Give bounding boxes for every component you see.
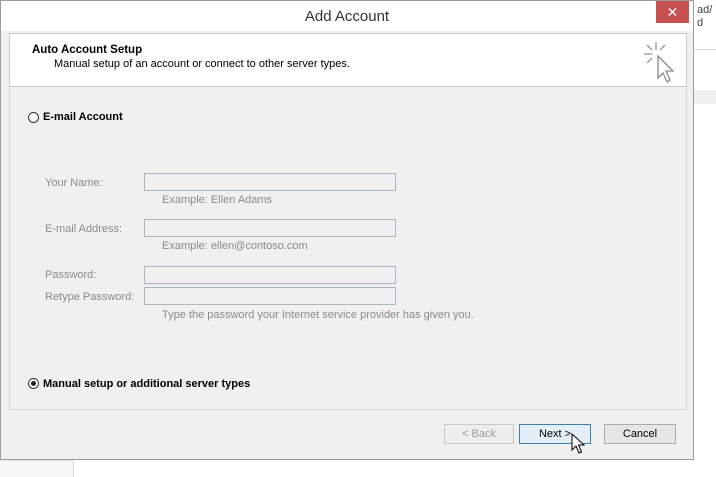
cancel-button[interactable]: Cancel (604, 424, 676, 444)
close-button[interactable]: ✕ (656, 1, 689, 23)
options-panel (9, 88, 687, 410)
back-button[interactable]: < Back (444, 424, 514, 444)
manual-setup-radio[interactable] (28, 378, 39, 389)
password-input[interactable] (144, 266, 396, 284)
add-account-dialog: Add Account ✕ Auto Account Setup Manual … (0, 0, 694, 460)
your-name-input[interactable] (144, 173, 396, 191)
email-address-label: E-mail Address: (45, 223, 123, 235)
title-bar[interactable]: Add Account ✕ (1, 1, 693, 31)
email-account-label[interactable]: E-mail Account (43, 111, 123, 123)
background-window-text: ad/ d (697, 4, 713, 29)
header-subtitle: Manual setup of an account or connect to… (54, 58, 350, 70)
retype-password-label: Retype Password: (45, 291, 135, 303)
close-icon: ✕ (666, 4, 679, 20)
header-panel: Auto Account Setup Manual setup of an ac… (9, 33, 687, 87)
retype-password-input[interactable] (144, 287, 396, 305)
email-address-hint: Example: ellen@contoso.com (162, 240, 308, 252)
dialog-title: Add Account (304, 8, 390, 25)
manual-setup-label[interactable]: Manual setup or additional server types (43, 378, 250, 390)
password-hint: Type the password your Internet service … (162, 309, 474, 321)
your-name-hint: Example: Ellen Adams (162, 194, 273, 206)
password-label: Password: (45, 269, 97, 281)
background-divider (694, 49, 716, 50)
background-panel (0, 460, 74, 477)
header-title: Auto Account Setup (32, 44, 143, 56)
background-strip (694, 90, 716, 104)
email-account-radio[interactable] (28, 112, 39, 123)
your-name-label: Your Name: (45, 177, 103, 189)
dialog-content: Auto Account Setup Manual setup of an ac… (9, 31, 687, 454)
cursor-sparkle-icon (644, 42, 675, 83)
mouse-pointer-icon (571, 433, 585, 454)
email-address-input[interactable] (144, 219, 396, 237)
